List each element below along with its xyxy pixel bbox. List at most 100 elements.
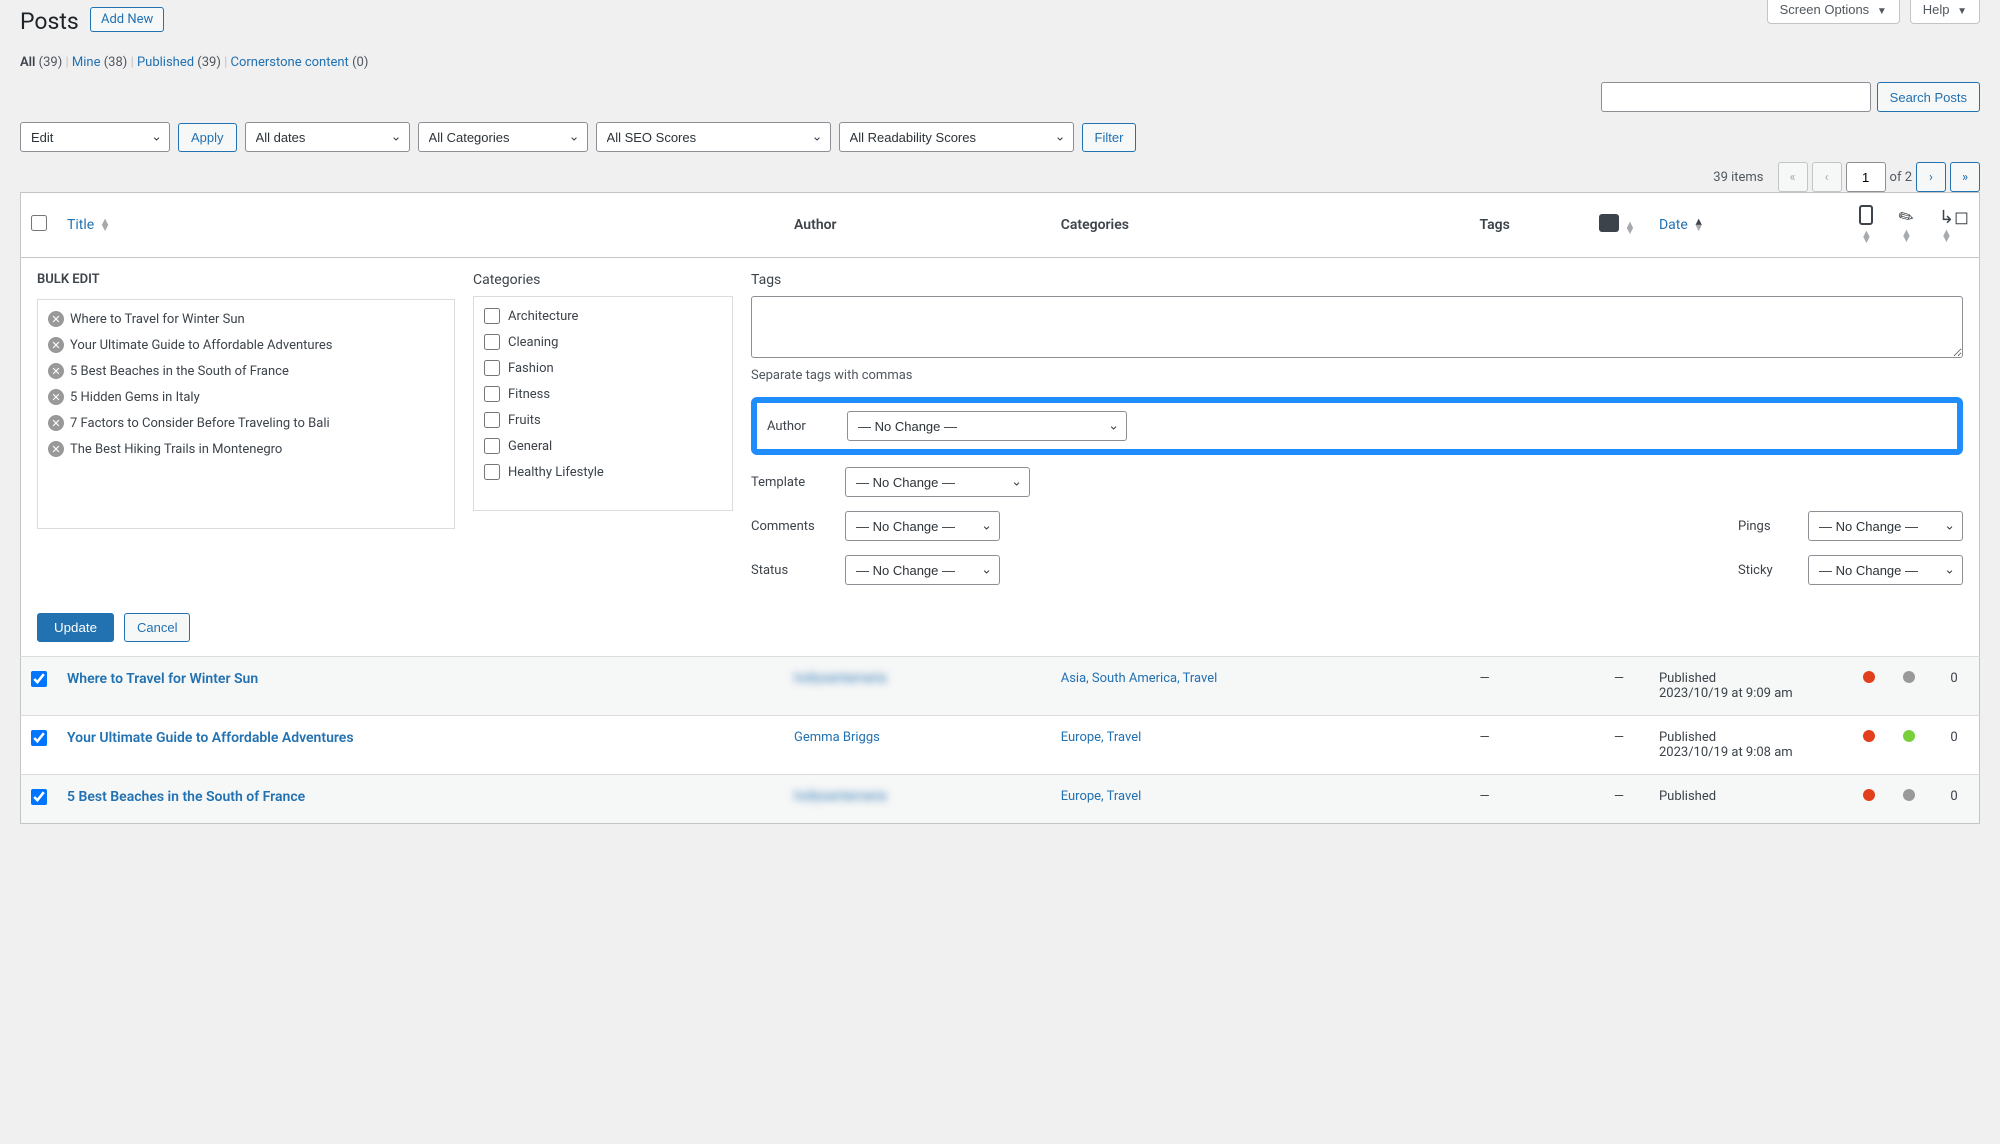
template-label: Template (751, 475, 845, 490)
col-categories: Categories (1051, 193, 1470, 258)
remove-icon[interactable]: ✕ (48, 415, 64, 431)
links-count: 0 (1929, 775, 1980, 824)
next-page-button[interactable]: › (1916, 162, 1946, 192)
sort-icon: ▲▼ (1941, 230, 1952, 242)
remove-icon[interactable]: ✕ (48, 441, 64, 457)
date-cell: Published2023/10/19 at 9:08 am (1649, 716, 1849, 775)
cancel-button[interactable]: Cancel (124, 613, 190, 642)
category-checkbox[interactable] (484, 464, 500, 480)
col-seo[interactable]: ▲▼ (1849, 193, 1889, 258)
col-title[interactable]: Title ▲▼ (57, 193, 784, 258)
row-checkbox[interactable] (31, 789, 47, 805)
bulk-edit-panel: BULK EDIT ✕Where to Travel for Winter Su… (21, 258, 1980, 657)
help-button[interactable]: Help ▼ (1910, 0, 1980, 24)
categories-links[interactable]: Europe, Travel (1061, 730, 1142, 745)
category-checkbox[interactable] (484, 360, 500, 376)
readability-dot-icon (1903, 730, 1915, 742)
prev-page-button[interactable]: ‹ (1812, 162, 1842, 192)
screen-options-button[interactable]: Screen Options ▼ (1767, 0, 1900, 24)
row-checkbox[interactable] (31, 730, 47, 746)
filter-published[interactable]: Published (39) (137, 55, 221, 70)
last-page-button[interactable]: » (1950, 162, 1980, 192)
category-checkbox[interactable] (484, 308, 500, 324)
post-title-link[interactable]: Where to Travel for Winter Sun (67, 671, 258, 687)
seo-filter-select[interactable]: All SEO Scores (596, 122, 831, 152)
tags-input[interactable] (751, 296, 1963, 358)
status-select[interactable]: — No Change — (845, 555, 1000, 585)
post-title-link[interactable]: Your Ultimate Guide to Affordable Advent… (67, 730, 354, 746)
categories-label: Categories (473, 272, 733, 288)
bulk-action-select[interactable]: Edit (20, 122, 170, 152)
filter-mine[interactable]: Mine (38) (72, 55, 127, 70)
col-comments[interactable]: ▲▼ (1589, 193, 1649, 258)
col-date[interactable]: Date ▲▼ (1649, 193, 1849, 258)
category-label: Fruits (508, 413, 541, 428)
comments-label: Comments (751, 519, 845, 534)
template-select[interactable]: — No Change — (845, 467, 1030, 497)
status-label: Status (751, 563, 845, 578)
category-label: Healthy Lifestyle (508, 465, 604, 480)
filter-all[interactable]: All (39) (20, 55, 62, 70)
post-status-filters: All (39) | Mine (38) | Published (39) | … (20, 55, 1980, 70)
sort-icon: ▲▼ (100, 219, 111, 231)
author-select[interactable]: — No Change — (847, 411, 1127, 441)
caret-down-icon: ▼ (1957, 6, 1967, 17)
author-link[interactable]: hollysantamaria (794, 671, 886, 686)
add-new-button[interactable]: Add New (90, 7, 164, 32)
filter-button[interactable]: Filter (1082, 123, 1137, 152)
select-all-checkbox[interactable] (31, 215, 47, 231)
sort-icon: ▲▼ (1624, 222, 1635, 234)
update-button[interactable]: Update (37, 613, 114, 642)
remove-icon[interactable]: ✕ (48, 337, 64, 353)
categories-links[interactable]: Europe, Travel (1061, 789, 1142, 804)
category-filter-select[interactable]: All Categories (418, 122, 588, 152)
category-item: General (480, 433, 726, 459)
sort-icon: ▲▼ (1861, 231, 1872, 243)
row-checkbox[interactable] (31, 671, 47, 687)
sort-icon: ▲▼ (1693, 219, 1704, 231)
categories-links[interactable]: Asia, South America, Travel (1061, 671, 1218, 686)
author-label: Author (767, 419, 847, 434)
sticky-select[interactable]: — No Change — (1808, 555, 1963, 585)
apply-button[interactable]: Apply (178, 123, 237, 152)
search-posts-button[interactable]: Search Posts (1877, 82, 1980, 112)
caret-down-icon: ▼ (1877, 6, 1887, 17)
category-checkbox[interactable] (484, 438, 500, 454)
category-item: Healthy Lifestyle (480, 459, 726, 485)
bulk-post-item: ✕5 Best Beaches in the South of France (44, 358, 448, 384)
seo-dot-icon (1863, 730, 1875, 742)
author-link[interactable]: hollysantamaria (794, 789, 886, 804)
comments-select[interactable]: — No Change — (845, 511, 1000, 541)
col-links[interactable]: ↳◻ ▲▼ (1929, 193, 1980, 258)
post-title: The Best Hiking Trails in Montenegro (70, 442, 282, 457)
bulk-post-item: ✕ The Best Hiking Trails in Montenegro (44, 436, 448, 462)
tags-cell: — (1470, 657, 1589, 716)
bulk-categories-list: ArchitectureCleaningFashionFitnessFruits… (473, 296, 733, 511)
author-link[interactable]: Gemma Briggs (794, 730, 880, 745)
filter-cornerstone[interactable]: Cornerstone content (0) (231, 55, 369, 70)
category-checkbox[interactable] (484, 412, 500, 428)
category-checkbox[interactable] (484, 386, 500, 402)
readability-dot-icon (1903, 789, 1915, 801)
category-item: Architecture (480, 303, 726, 329)
col-readability[interactable]: ✎ ▲▼ (1889, 193, 1929, 258)
date-filter-select[interactable]: All dates (245, 122, 410, 152)
category-checkbox[interactable] (484, 334, 500, 350)
tags-label: Tags (751, 272, 1963, 288)
pings-select[interactable]: — No Change — (1808, 511, 1963, 541)
comments-cell: — (1589, 657, 1649, 716)
remove-icon[interactable]: ✕ (48, 311, 64, 327)
category-label: Fashion (508, 361, 554, 376)
first-page-button[interactable]: « (1778, 162, 1808, 192)
remove-icon[interactable]: ✕ (48, 363, 64, 379)
comments-cell: — (1589, 775, 1649, 824)
date-cell: Published (1649, 775, 1849, 824)
readability-filter-select[interactable]: All Readability Scores (839, 122, 1074, 152)
post-title: 5 Hidden Gems in Italy (70, 390, 200, 405)
current-page-input[interactable] (1846, 162, 1886, 192)
bulk-posts-list: ✕Where to Travel for Winter Sun✕Your Ult… (37, 299, 455, 529)
remove-icon[interactable]: ✕ (48, 389, 64, 405)
search-input[interactable] (1601, 82, 1871, 112)
post-title-link[interactable]: 5 Best Beaches in the South of France (67, 789, 305, 805)
tags-helper: Separate tags with commas (751, 368, 1963, 383)
